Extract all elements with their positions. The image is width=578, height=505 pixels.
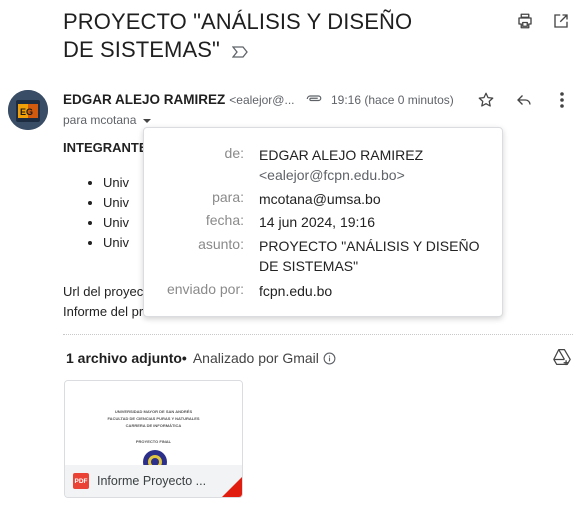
- from-value: EDGAR ALEJO RAMIREZ <ealejor@fcpn.edu.bo…: [259, 145, 489, 185]
- informe-line: Informe del pr: [63, 304, 144, 319]
- list-item: Univ: [103, 193, 129, 213]
- message-time: 19:16 (hace 0 minutos): [331, 93, 454, 107]
- attachments-header: 1 archivo adjunto • Analizado por Gmail: [66, 350, 336, 366]
- list-item: Univ: [103, 173, 129, 193]
- sender-line: EDGAR ALEJO RAMIREZ <ealejor@...: [63, 92, 294, 107]
- thread-actions: [514, 10, 572, 32]
- message-actions: [476, 90, 572, 110]
- attachment-filename: Informe Proyecto ...: [97, 474, 207, 488]
- avatar-initials: EG: [20, 107, 33, 117]
- members-list: Univ Univ Univ Univ: [103, 173, 129, 253]
- attachment-card[interactable]: UNIVERSIDAD MAYOR DE SAN ANDRÉS FACULTAD…: [64, 380, 243, 498]
- star-icon[interactable]: [476, 90, 496, 110]
- preview-line: FACULTAD DE CIENCIAS PURAS Y NATURALES: [107, 416, 200, 421]
- to-label: para:: [212, 189, 244, 205]
- attachment-separator: •: [181, 350, 187, 366]
- attachment-preview: UNIVERSIDAD MAYOR DE SAN ANDRÉS FACULTAD…: [65, 381, 242, 467]
- preview-line: UNIVERSIDAD MAYOR DE SAN ANDRÉS: [114, 409, 193, 414]
- info-icon[interactable]: [323, 352, 336, 365]
- sender-name[interactable]: EDGAR ALEJO RAMIREZ: [63, 92, 225, 107]
- from-name: EDGAR ALEJO RAMIREZ: [259, 147, 424, 163]
- mailed-by-label: enviado por:: [166, 281, 244, 297]
- avatar[interactable]: EG: [8, 90, 48, 130]
- attachment-footer: PDF Informe Proyecto ...: [65, 465, 242, 497]
- recipients-toggle[interactable]: para mcotana: [63, 113, 152, 127]
- subject-value: PROYECTO "ANÁLISIS Y DISEÑO DE SISTEMAS": [259, 238, 480, 274]
- message-details-popup: de: EDGAR ALEJO RAMIREZ <ealejor@fcpn.ed…: [143, 127, 503, 317]
- preview-line: PROYECTO FINAL: [135, 439, 172, 444]
- integrantes-heading: INTEGRANTE: [63, 140, 148, 155]
- paperclip-icon: [305, 92, 323, 111]
- message-body: INTEGRANTE Univ Univ Univ Univ Url del p…: [63, 140, 148, 319]
- divider: [63, 334, 573, 335]
- label-important-icon[interactable]: [231, 37, 248, 65]
- corner-fold: [222, 477, 242, 497]
- attachment-count: 1 archivo adjunto: [66, 350, 182, 366]
- to-summary: para mcotana: [63, 113, 137, 127]
- reply-icon[interactable]: [514, 90, 534, 110]
- url-line: Url del proyec: [63, 284, 144, 299]
- to-value: mcotana@umsa.bo: [259, 191, 381, 207]
- from-label: de:: [224, 145, 244, 161]
- open-in-new-window-icon[interactable]: [550, 10, 572, 32]
- list-item: Univ: [103, 213, 129, 233]
- print-icon[interactable]: [514, 10, 536, 32]
- add-to-drive-icon[interactable]: [552, 348, 572, 371]
- subject-label: asunto:: [198, 236, 244, 252]
- from-email: <ealejor@fcpn.edu.bo>: [259, 167, 405, 183]
- preview-line: CARRERA DE INFORMÁTICA: [125, 423, 182, 428]
- scan-label: Analizado por Gmail: [192, 350, 319, 366]
- pdf-file-icon: PDF: [73, 473, 89, 489]
- caret-down-icon[interactable]: [142, 113, 152, 127]
- date-value: 14 jun 2024, 19:16: [259, 214, 375, 230]
- email-subject: PROYECTO "ANÁLISIS Y DISEÑO DE SISTEMAS": [63, 8, 443, 65]
- more-vertical-icon[interactable]: [552, 90, 572, 110]
- date-label: fecha:: [205, 212, 244, 228]
- mailed-by-value: fcpn.edu.bo: [259, 283, 333, 299]
- list-item: Univ: [103, 233, 129, 253]
- sender-email: <ealejor@...: [229, 92, 295, 107]
